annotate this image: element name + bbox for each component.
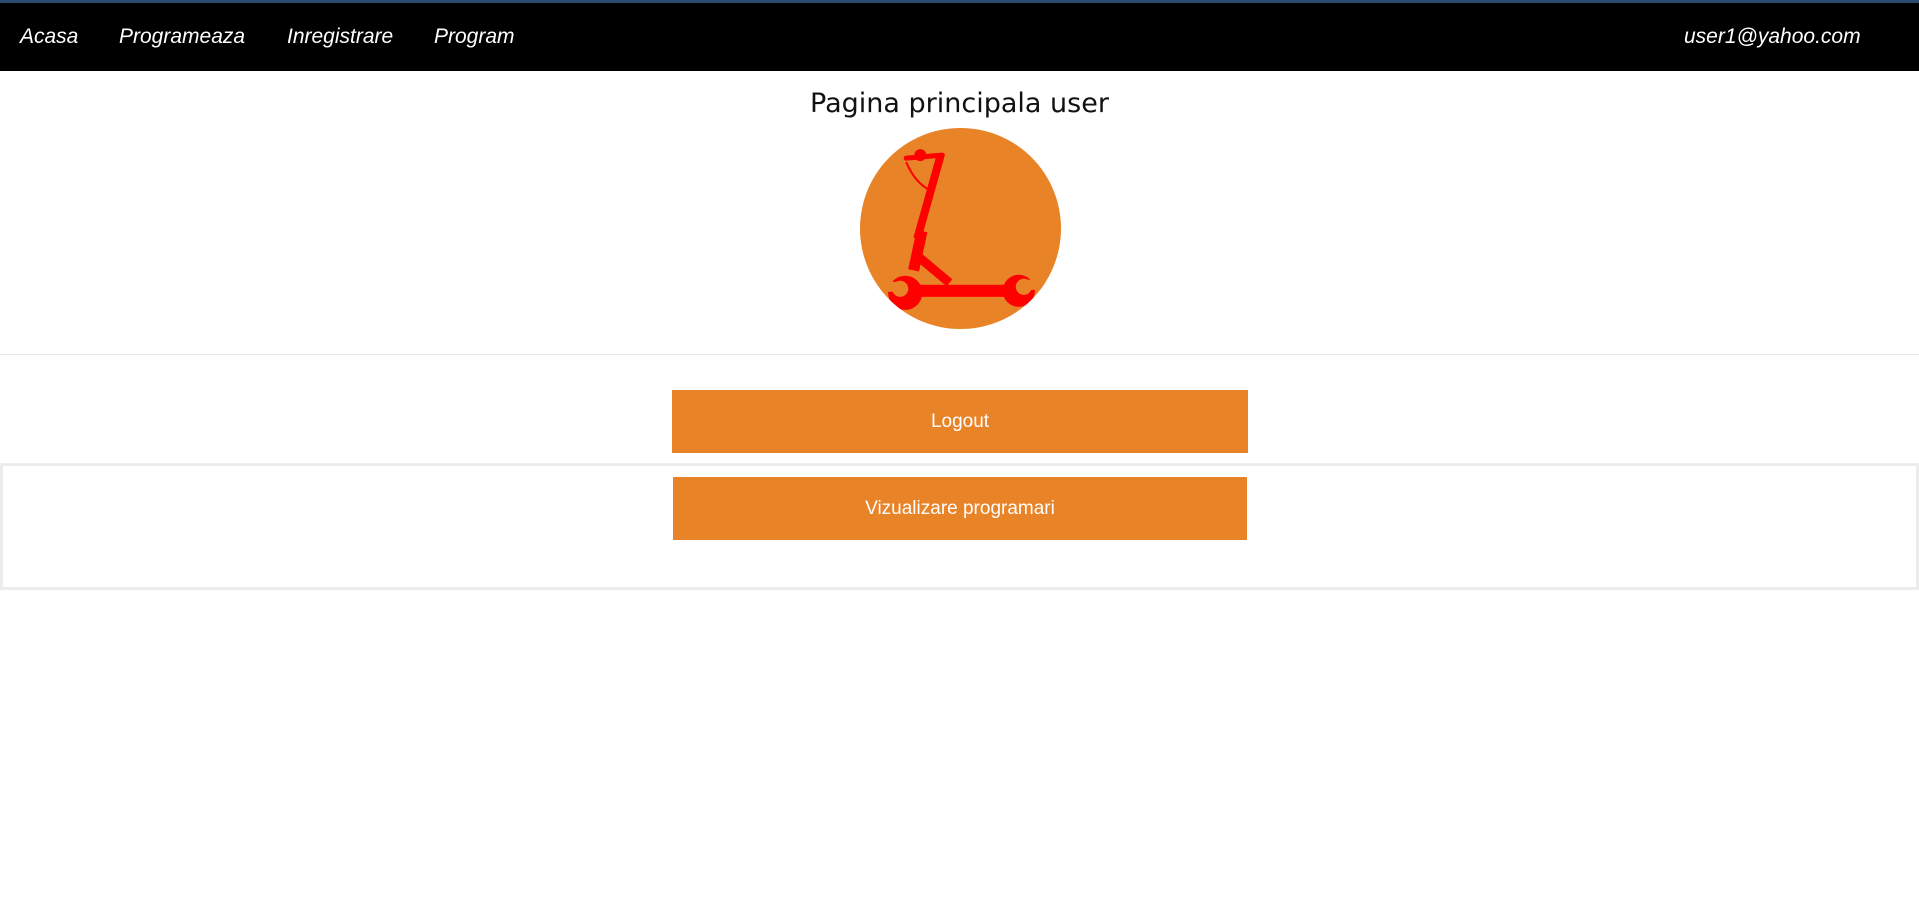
nav-link-acasa[interactable]: Acasa	[20, 3, 78, 71]
top-navbar: Acasa Programeaza Inregistrare Program u…	[0, 0, 1919, 71]
nav-link-programeaza[interactable]: Programeaza	[119, 3, 245, 71]
nav-link-program[interactable]: Program	[434, 3, 515, 71]
nav-link-inregistrare[interactable]: Inregistrare	[287, 3, 393, 71]
view-appointments-button[interactable]: Vizualizare programari	[673, 477, 1247, 540]
section-divider	[0, 354, 1919, 355]
page-title: Pagina principala user	[810, 88, 1109, 119]
logout-button[interactable]: Logout	[672, 390, 1248, 453]
scooter-wrench-icon	[860, 128, 1061, 329]
nav-user-email[interactable]: user1@yahoo.com	[1684, 3, 1861, 71]
